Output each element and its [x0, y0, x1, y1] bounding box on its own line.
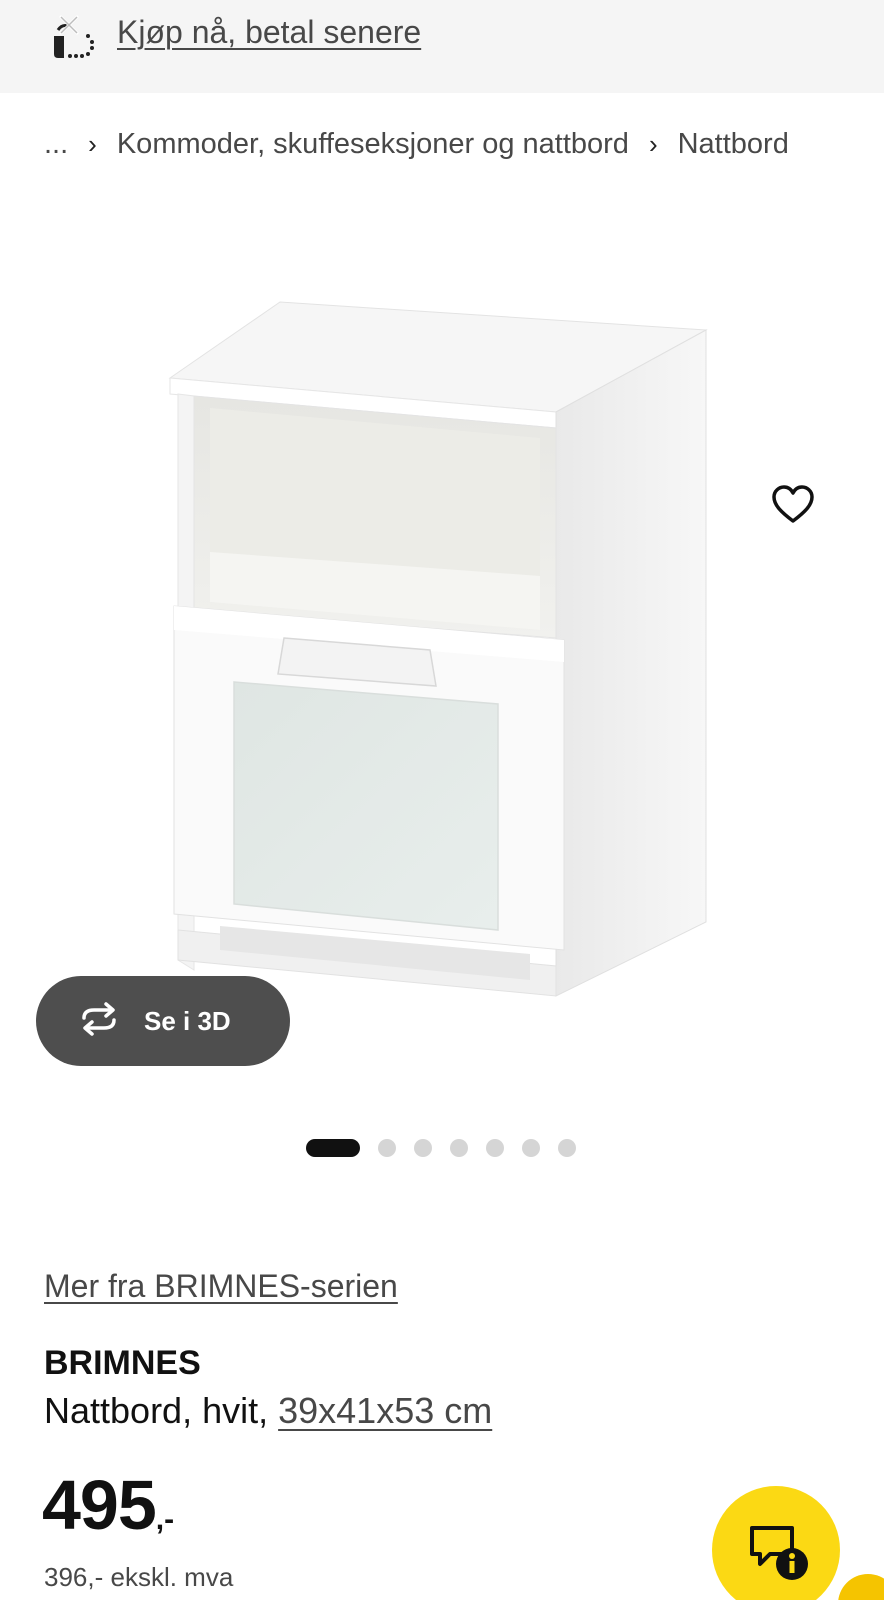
product-description-text: Nattbord, hvit, — [44, 1390, 279, 1431]
product-gallery — [0, 200, 884, 1100]
buy-now-pay-later-icon — [44, 10, 100, 66]
product-name: BRIMNES — [44, 1344, 201, 1382]
carousel-dots — [306, 1138, 594, 1158]
nightstand-product-image[interactable] — [150, 290, 740, 1010]
heart-icon[interactable] — [768, 480, 818, 530]
view-in-3d-label: Se i 3D — [144, 1005, 231, 1036]
carousel-dot-3[interactable] — [414, 1139, 432, 1157]
product-price: 495,- — [42, 1465, 174, 1545]
view-in-3d-button[interactable]: Se i 3D — [36, 976, 290, 1066]
product-dimensions-link[interactable]: 39x41x53 cm — [278, 1390, 492, 1431]
price-ex-vat: 396,- ekskl. mva — [44, 1562, 234, 1592]
breadcrumb-separator: › — [648, 128, 658, 159]
promo-bar: Kjøp nå, betal senere — [0, 0, 884, 93]
breadcrumb: ... › Kommoder, skuffeseksjoner og nattb… — [44, 124, 789, 164]
chat-button[interactable] — [712, 1486, 840, 1600]
carousel-dot-5[interactable] — [486, 1139, 504, 1157]
buy-now-pay-later-link[interactable]: Kjøp nå, betal senere — [117, 14, 421, 51]
breadcrumb-ellipsis[interactable]: ... — [44, 128, 68, 161]
price-suffix: ,- — [155, 1503, 175, 1536]
breadcrumb-item-nattbord[interactable]: Nattbord — [678, 128, 789, 161]
carousel-dot-6[interactable] — [522, 1139, 540, 1157]
corner-badge[interactable] — [838, 1574, 884, 1600]
breadcrumb-item-kommoder[interactable]: Kommoder, skuffeseksjoner og nattbord — [117, 128, 629, 161]
carousel-dot-7[interactable] — [558, 1139, 576, 1157]
carousel-dot-2[interactable] — [378, 1139, 396, 1157]
price-integer: 495 — [42, 1466, 157, 1544]
breadcrumb-separator: › — [88, 128, 97, 159]
carousel-dot-1[interactable] — [306, 1139, 360, 1157]
rotate-3d-icon — [76, 1001, 122, 1041]
series-link[interactable]: Mer fra BRIMNES-serien — [44, 1268, 398, 1305]
product-description: Nattbord, hvit, 39x41x53 cm — [44, 1390, 492, 1432]
carousel-dot-4[interactable] — [450, 1139, 468, 1157]
